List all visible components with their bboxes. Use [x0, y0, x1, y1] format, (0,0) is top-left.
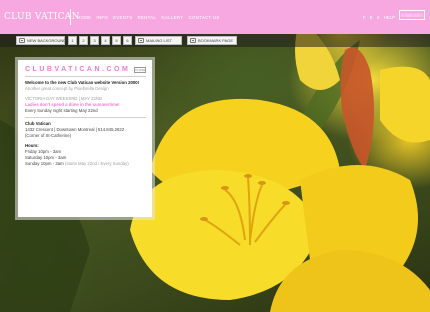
content-panel-inner: CLUBVATICAN.COM CLOSE Welcome to the new… — [18, 60, 152, 217]
page-button-2[interactable]: 2 — [79, 36, 88, 45]
page-button-4[interactable]: 4 — [101, 36, 110, 45]
nav-events[interactable]: EVENTS — [113, 15, 132, 20]
lang-french[interactable]: F — [363, 15, 366, 20]
new-background-button[interactable]: NEW BACKGROUND — [16, 36, 67, 45]
title-divider — [25, 76, 146, 77]
envelope-icon — [138, 38, 144, 43]
nav-info[interactable]: INFO — [96, 15, 108, 20]
close-button[interactable]: CLOSE — [134, 67, 146, 73]
page-button-6[interactable]: 6 — [123, 36, 132, 45]
nav-gallery[interactable]: GALLERY — [161, 15, 183, 20]
top-header: CLUB VATICAN HOME INFO EVENTS RENTAL GAL… — [0, 0, 430, 34]
lang-english[interactable]: E — [370, 15, 373, 20]
bookmark-page-button[interactable]: BOOKMARK PAGE — [187, 36, 237, 45]
every-sunday-text: Every Sunday night starting May 22nd — [25, 108, 98, 113]
page-button-1[interactable]: 1 — [68, 36, 77, 45]
mailing-list-label: MAILING LIST — [146, 38, 173, 43]
nav-contact[interactable]: CONTACT US — [189, 15, 220, 20]
bookmark-icon — [190, 38, 196, 43]
lang-spanish[interactable]: S — [377, 15, 380, 20]
content-panel: CLUBVATICAN.COM CLOSE Welcome to the new… — [15, 57, 155, 220]
help-link[interactable]: HELP — [384, 15, 395, 20]
page-button-3[interactable]: 3 — [90, 36, 99, 45]
hours-sunday-note: (starts May 22nd / Every Sunday) — [64, 161, 129, 166]
nav-home[interactable]: HOME — [77, 15, 91, 20]
toolbar: NEW BACKGROUND 1 2 3 4 5 6 MAILING LIST … — [0, 34, 430, 47]
site-logo[interactable]: CLUB VATICAN — [4, 12, 80, 22]
new-background-label: NEW BACKGROUND — [27, 38, 67, 43]
hours-sunday: Sunday 10pm - 3am — [25, 161, 64, 166]
panel-title: CLUBVATICAN.COM — [25, 66, 131, 73]
image-icon — [19, 38, 25, 43]
section-divider — [25, 117, 146, 118]
logo-divider — [70, 9, 71, 25]
bookmark-label: BOOKMARK PAGE — [198, 38, 234, 43]
main-nav: HOME INFO EVENTS RENTAL GALLERY CONTACT … — [77, 15, 220, 20]
hours-sunday-row: Sunday 10pm - 3am (starts May 22nd / Eve… — [25, 161, 146, 167]
nav-rental[interactable]: RENTAL — [137, 15, 156, 20]
brand-barcode-logo: ||||||||||||||||||| — [399, 10, 425, 20]
page-button-5[interactable]: 5 — [112, 36, 121, 45]
language-links: F E S HELP — [363, 15, 395, 20]
mailing-list-button[interactable]: MAILING LIST — [135, 36, 182, 45]
